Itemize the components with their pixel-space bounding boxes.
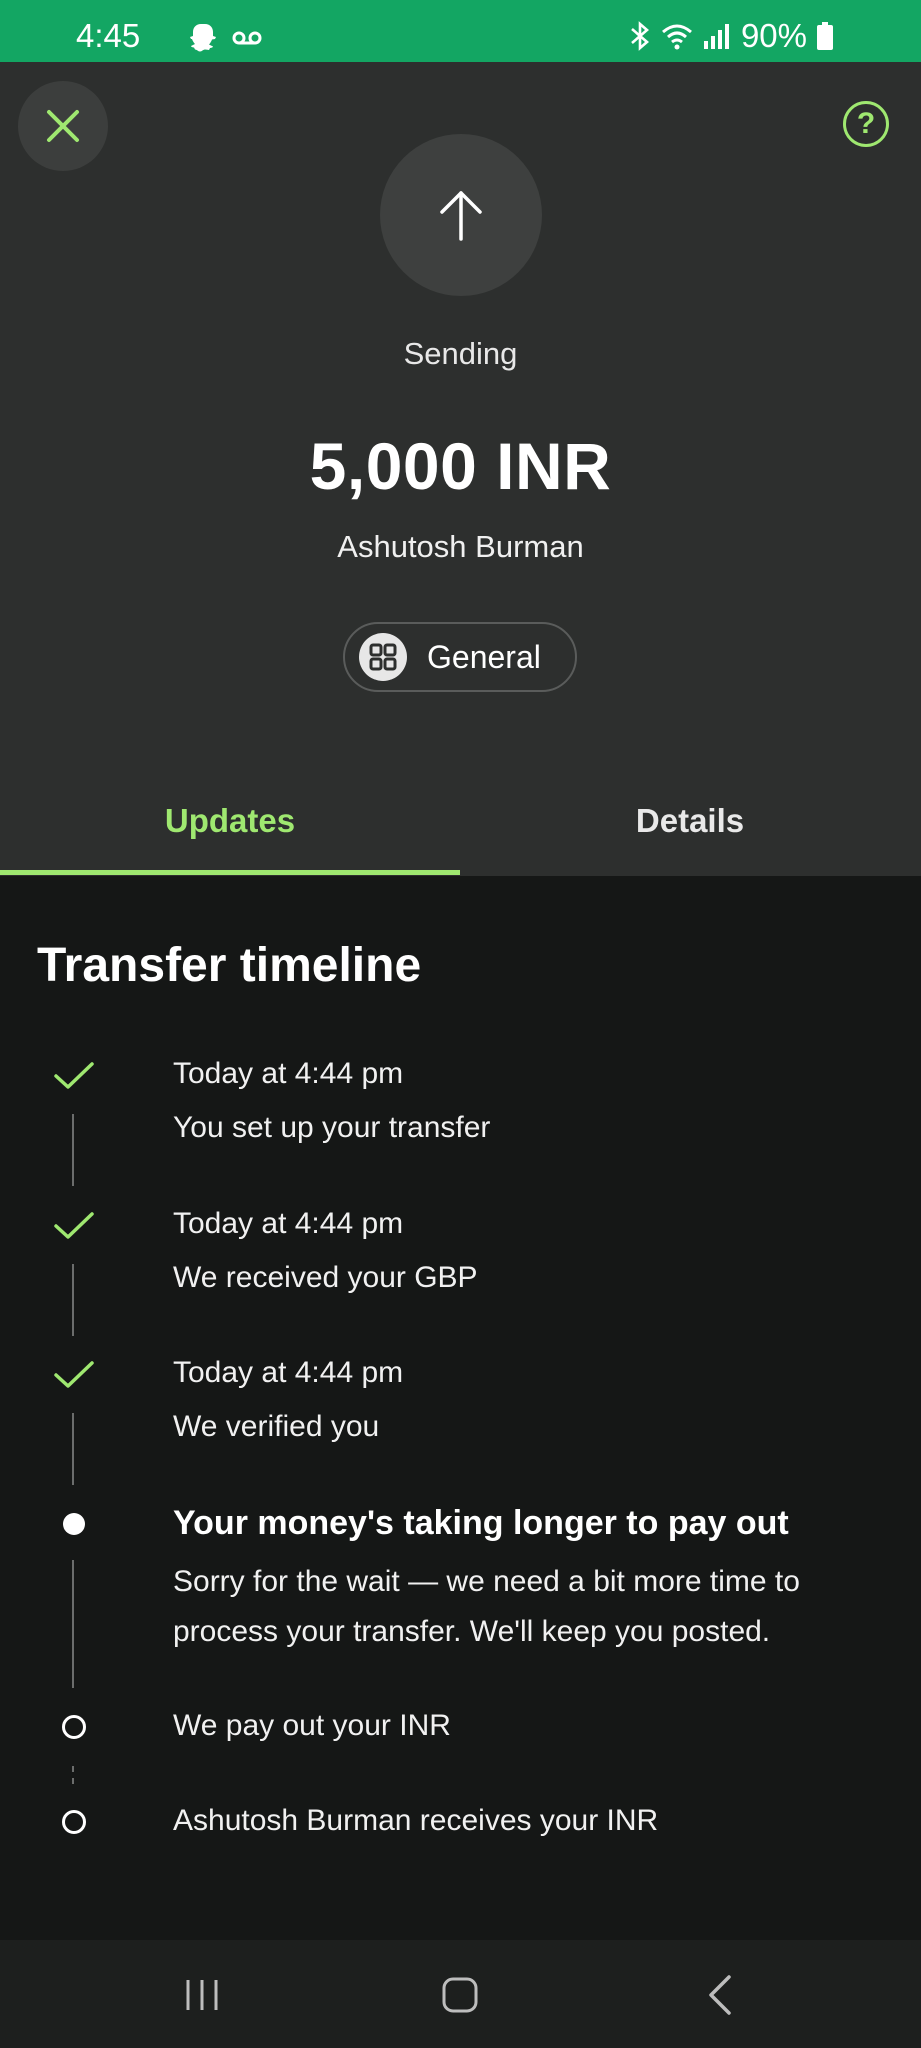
active-tab-indicator [0, 870, 460, 875]
current-step-dot [54, 1504, 94, 1544]
back-button[interactable] [690, 1970, 750, 2020]
timeline-connector [72, 1114, 74, 1186]
timeline-item-time: Today at 4:44 pm [173, 1207, 404, 1240]
transfer-amount: 5,000 INR [309, 429, 612, 503]
home-icon [442, 1977, 478, 2013]
transfer-type-badge [380, 134, 542, 296]
system-nav-bar [0, 1940, 921, 2048]
tab-details[interactable]: Details [460, 802, 920, 876]
pending-step-dot [54, 1802, 94, 1842]
timeline-item-time: Today at 4:44 pm [173, 1356, 404, 1389]
status-bar: 4:45 90% [0, 0, 921, 62]
category-chip[interactable]: General [343, 622, 577, 692]
battery-icon [817, 22, 833, 50]
timeline-item-text: Ashutosh Burman receives your INR [173, 1804, 659, 1837]
recipient-name: Ashutosh Burman [337, 529, 584, 564]
voicemail-icon [232, 31, 262, 45]
timeline-item-text: We verified you [173, 1410, 380, 1443]
signal-icon [703, 24, 729, 49]
close-button[interactable] [18, 81, 108, 171]
back-icon [709, 1975, 731, 2015]
check-icon [54, 1355, 94, 1395]
arrow-up-icon [440, 191, 482, 241]
bluetooth-icon [631, 21, 649, 51]
timeline-title: Transfer timeline [37, 939, 422, 992]
battery-percent: 90% [740, 17, 807, 54]
home-button[interactable] [430, 1970, 490, 2020]
wifi-icon [661, 24, 692, 50]
help-icon: ? [856, 107, 876, 140]
snapchat-icon [190, 24, 216, 52]
check-icon [54, 1056, 94, 1096]
timeline-connector [72, 1264, 74, 1336]
status-right-group: 90% [629, 17, 833, 55]
recent-apps-button[interactable] [172, 1970, 232, 2020]
check-icon [54, 1206, 94, 1246]
timeline-item-text: We received your GBP [173, 1261, 478, 1294]
status-time: 4:45 [76, 17, 141, 54]
pending-step-dot [54, 1707, 94, 1747]
recent-apps-icon [186, 1980, 218, 2010]
transfer-status: Sending [403, 336, 518, 371]
timeline-item-time: Today at 4:44 pm [173, 1057, 404, 1090]
category-label: General [427, 638, 541, 675]
tab-updates-label: Updates [164, 802, 296, 839]
transfer-header: ? Sending 5,000 INR Ashutosh Burman Gene… [0, 62, 921, 876]
timeline-current-heading: Your money's taking longer to pay out [173, 1504, 789, 1542]
timeline-current-text: Sorry for the wait — we need a bit more … [173, 1565, 800, 1648]
timeline-connector-dashed [72, 1766, 74, 1784]
timeline-item-text: You set up your transfer [173, 1111, 491, 1144]
tab-details-label: Details [635, 802, 745, 839]
help-button[interactable]: ? [843, 101, 889, 147]
timeline-connector [72, 1560, 74, 1688]
close-icon [47, 110, 79, 142]
grid-icon [359, 633, 407, 681]
timeline-item-text: We pay out your INR [173, 1709, 451, 1742]
tab-updates[interactable]: Updates [0, 802, 460, 876]
timeline-connector [72, 1413, 74, 1485]
transfer-details-screen: 4:45 90% ? Sending 5,000 INR Ashutosh Bu… [0, 0, 921, 2048]
